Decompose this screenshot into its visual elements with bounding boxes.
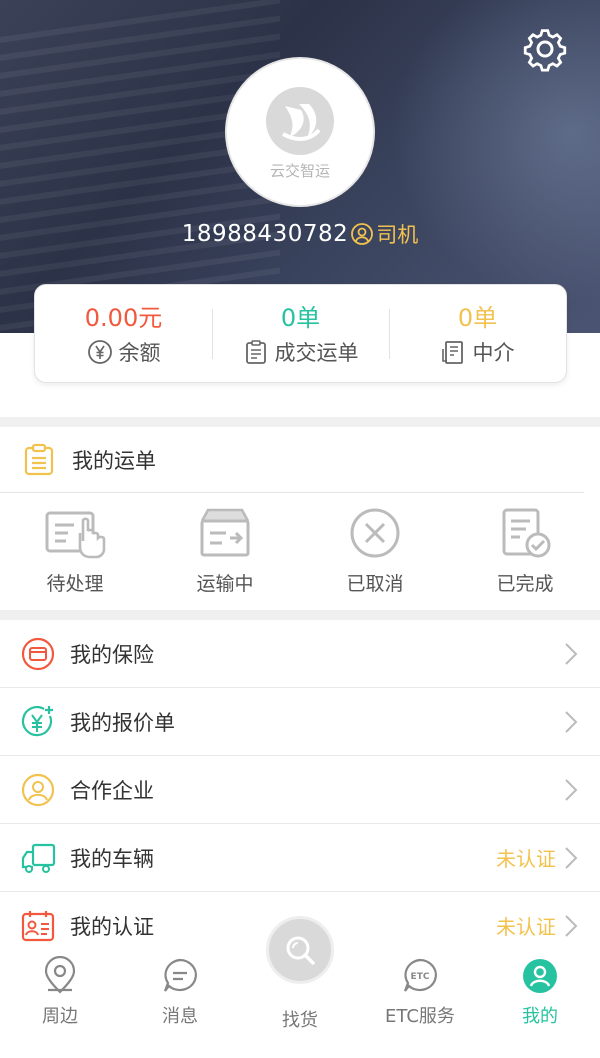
menu-item-quotes[interactable]: 我的报价单	[0, 688, 600, 756]
menu-label-insurance: 我的保险	[70, 642, 154, 667]
etc-icon: ETC	[403, 958, 437, 992]
receipt-icon	[441, 340, 463, 364]
broker-value: 0单	[457, 303, 498, 332]
chevron-right-icon	[565, 846, 578, 869]
order-list-icon	[24, 443, 54, 475]
quote-icon	[21, 705, 53, 736]
order-cancelled[interactable]: 已取消	[300, 507, 450, 596]
chevron-right-icon	[565, 710, 578, 733]
tab-label-nearby: 周边	[42, 1006, 78, 1027]
tab-messages[interactable]: 消息	[120, 952, 240, 1028]
chevron-right-icon	[565, 778, 578, 801]
tab-label-messages: 消息	[162, 1006, 198, 1027]
my-orders-header[interactable]: 我的运单	[0, 427, 584, 493]
bottom-tab-bar: 周边 消息 找货 ETC ETC服务 我的	[0, 916, 600, 1058]
order-status-row: 待处理 运输中 已取消 已完成	[0, 493, 600, 610]
chevron-right-icon	[565, 642, 578, 665]
balance-label: 余额	[118, 340, 161, 365]
completed-icon	[502, 508, 551, 558]
tab-mine[interactable]: 我的	[480, 952, 600, 1028]
role-label: 司机	[376, 223, 419, 247]
menu-item-insurance[interactable]: 我的保险	[0, 620, 600, 688]
tab-label-etc: ETC服务	[385, 1006, 455, 1027]
menu-list: 我的保险 我的报价单 合作企业 我的车辆 未认证 我的认证 未认证	[0, 620, 600, 960]
stat-broker[interactable]: 0单 中介	[389, 301, 566, 367]
tab-label-find-goods: 找货	[282, 1010, 318, 1031]
phone-number: 18988430782	[181, 221, 349, 247]
svg-text:ETC: ETC	[411, 972, 430, 982]
settings-icon[interactable]	[522, 26, 568, 72]
find-goods-button[interactable]	[266, 916, 334, 984]
cancelled-label: 已取消	[346, 573, 404, 595]
menu-status-vehicles: 未认证	[496, 847, 556, 871]
deals-value: 0单	[280, 303, 321, 332]
chevron-right-icon	[565, 914, 578, 937]
my-orders-title: 我的运单	[72, 448, 156, 473]
stats-card: 0.00元 余额 0单 成交运单 0单 中介	[34, 284, 567, 383]
user-info: 18988430782 司机	[0, 219, 600, 249]
pending-icon	[45, 511, 106, 559]
menu-label-vehicles: 我的车辆	[70, 846, 154, 871]
avatar[interactable]: 云交智运	[225, 57, 375, 207]
in-transit-label: 运输中	[196, 573, 254, 595]
stat-balance[interactable]: 0.00元 余额	[35, 301, 212, 367]
order-in-transit[interactable]: 运输中	[150, 507, 300, 596]
search-icon	[286, 936, 315, 965]
my-orders-section: 我的运单 待处理 运输中 已取消 已完成	[0, 427, 600, 610]
pending-label: 待处理	[46, 573, 104, 595]
order-pending[interactable]: 待处理	[0, 507, 150, 596]
message-icon	[163, 958, 197, 992]
insurance-icon	[21, 637, 55, 670]
tab-label-mine: 我的	[522, 1006, 558, 1027]
menu-status-certification: 未认证	[496, 915, 556, 939]
deals-label: 成交运单	[274, 340, 359, 365]
balance-value: 0.00元	[84, 303, 163, 332]
role-badge: 司机	[350, 219, 418, 249]
cancelled-icon	[350, 508, 400, 558]
id-card-icon	[21, 910, 55, 941]
truck-icon	[21, 843, 56, 873]
logo-text: 云交智运	[269, 161, 330, 180]
order-completed[interactable]: 已完成	[450, 507, 600, 596]
clipboard-icon	[245, 339, 266, 364]
tab-etc[interactable]: ETC ETC服务	[360, 952, 480, 1028]
tab-find-goods[interactable]: 找货	[240, 916, 360, 1032]
menu-item-partners[interactable]: 合作企业	[0, 756, 600, 824]
profile-icon	[523, 959, 557, 993]
menu-label-quotes: 我的报价单	[70, 710, 175, 735]
user-icon	[351, 223, 374, 245]
menu-item-vehicles[interactable]: 我的车辆 未认证	[0, 824, 600, 892]
stat-deals[interactable]: 0单 成交运单	[212, 301, 389, 367]
partner-icon	[21, 773, 55, 806]
yen-circle-icon	[87, 339, 112, 364]
location-icon	[44, 956, 76, 994]
menu-label-partners: 合作企业	[70, 778, 154, 803]
broker-label: 中介	[472, 340, 515, 365]
completed-label: 已完成	[496, 573, 554, 595]
tab-nearby[interactable]: 周边	[0, 952, 120, 1028]
brand-logo-icon	[266, 86, 334, 155]
in-transit-icon	[200, 508, 250, 557]
